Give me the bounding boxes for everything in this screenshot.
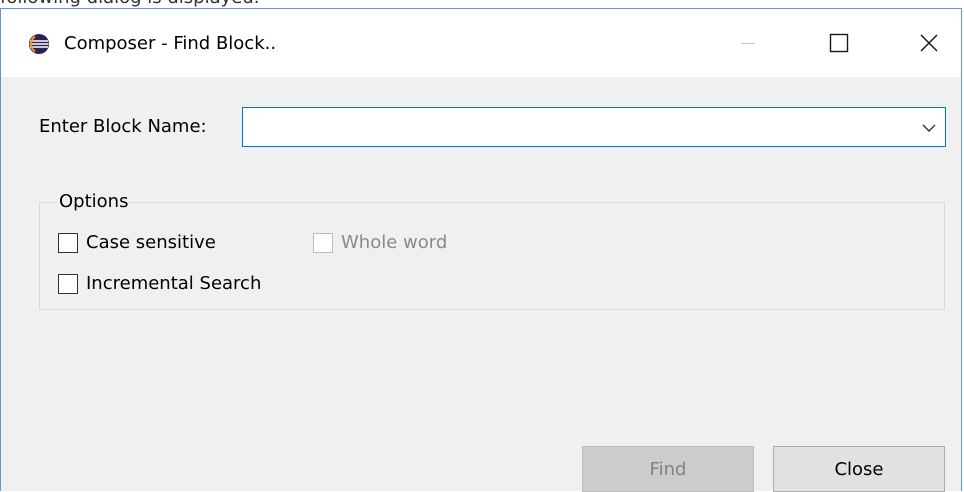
maximize-button[interactable] bbox=[816, 21, 862, 65]
block-name-combobox[interactable] bbox=[242, 107, 946, 147]
incremental-search-checkbox[interactable]: Incremental Search bbox=[58, 271, 261, 297]
minimize-icon bbox=[741, 42, 755, 45]
page-caption: following dialog is displayed. bbox=[0, 0, 964, 8]
close-button[interactable]: Close bbox=[773, 446, 945, 492]
case-sensitive-checkbox[interactable]: Case sensitive bbox=[58, 230, 216, 256]
case-sensitive-label[interactable]: Case sensitive bbox=[86, 231, 216, 255]
chevron-down-icon[interactable] bbox=[919, 118, 939, 138]
block-name-input[interactable] bbox=[251, 116, 905, 138]
maximize-icon bbox=[829, 33, 849, 53]
minimize-button[interactable] bbox=[725, 21, 771, 65]
incremental-search-box[interactable] bbox=[58, 274, 78, 294]
close-window-button[interactable] bbox=[906, 21, 952, 65]
options-legend: Options bbox=[57, 190, 131, 214]
title-bar[interactable]: Composer - Find Block.. bbox=[1, 9, 961, 77]
block-name-label: Enter Block Name: bbox=[39, 116, 207, 137]
case-sensitive-box[interactable] bbox=[58, 233, 78, 253]
close-icon bbox=[920, 34, 938, 52]
dialog-title: Composer - Find Block.. bbox=[64, 33, 277, 54]
whole-word-checkbox[interactable]: Whole word bbox=[313, 230, 447, 256]
whole-word-label[interactable]: Whole word bbox=[341, 231, 447, 255]
find-block-dialog: Composer - Find Block.. Enter Block Name… bbox=[0, 8, 962, 492]
find-button[interactable]: Find bbox=[582, 446, 754, 492]
incremental-search-label[interactable]: Incremental Search bbox=[86, 272, 261, 296]
eclipse-icon bbox=[29, 34, 49, 54]
whole-word-box[interactable] bbox=[313, 233, 333, 253]
